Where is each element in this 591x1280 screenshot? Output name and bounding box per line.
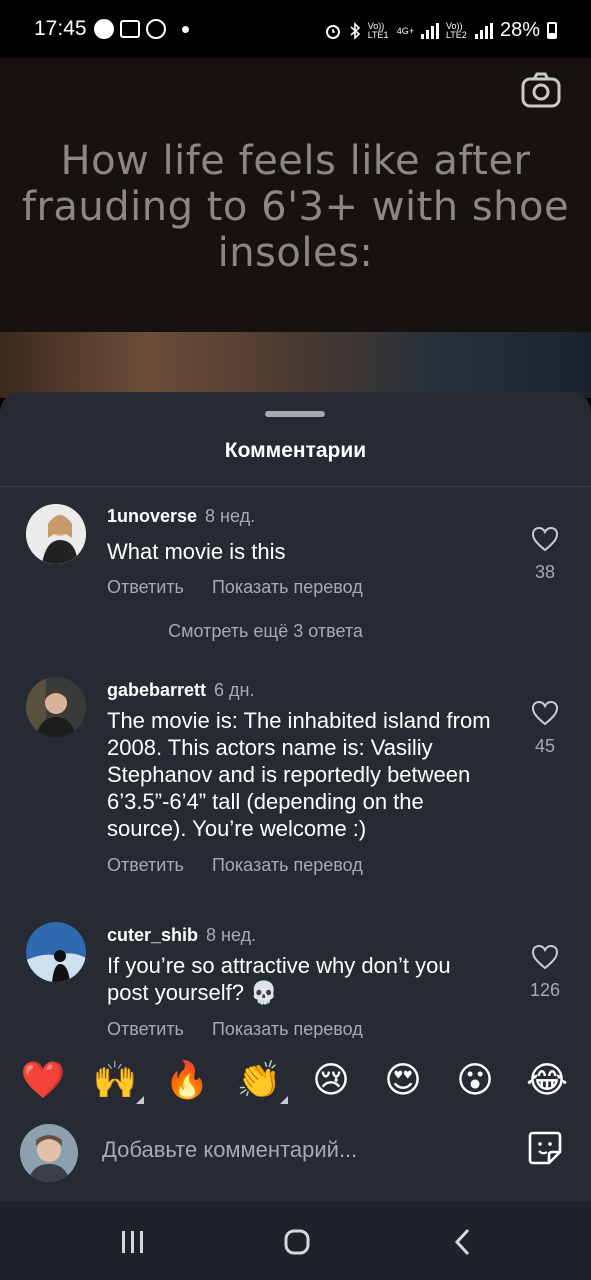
comment-composer	[0, 1116, 591, 1201]
reply-button[interactable]: Ответить	[107, 577, 184, 598]
comment-username[interactable]: gabebarrett	[107, 680, 206, 700]
alarm-icon	[325, 24, 340, 39]
translate-button[interactable]: Показать перевод	[212, 855, 363, 876]
comment-time: 8 нед.	[206, 925, 257, 945]
emoji-heart-button[interactable]: ❤️	[20, 1058, 66, 1104]
skin-tone-indicator-icon	[280, 1096, 288, 1104]
video-caption: How life feels like after frauding to 6'…	[21, 138, 570, 276]
sticker-icon[interactable]	[527, 1130, 563, 1166]
avatar	[20, 1124, 78, 1182]
heart-icon	[531, 526, 559, 552]
like-button[interactable]: 126	[523, 944, 567, 1001]
like-count: 38	[534, 562, 556, 582]
network-label-2: 4G+	[396, 25, 414, 36]
video-player[interactable]: How life feels like after frauding to 6'…	[0, 58, 591, 398]
avatar[interactable]	[26, 677, 86, 737]
reply-button[interactable]: Ответить	[107, 855, 184, 876]
view-more-replies-button[interactable]: Смотреть ещё 3 ответа	[0, 621, 531, 642]
more-notifications-icon	[182, 25, 189, 33]
like-count: 126	[529, 980, 561, 1000]
skin-tone-indicator-icon	[136, 1096, 144, 1104]
comment-header: cuter_shib 8 нед.	[107, 925, 256, 946]
comments-sheet: Комментарии 1unoverse 8 нед. What movie i…	[0, 392, 591, 1201]
heart-icon	[531, 700, 559, 726]
system-icons: Vo)) LTE1 4G+ Vo)) LTE2 28%	[324, 19, 557, 42]
sheet-title: Комментарии	[224, 439, 367, 462]
reply-button[interactable]: Ответить	[107, 1019, 184, 1038]
video-frame	[0, 332, 591, 398]
battery-icon	[547, 22, 557, 39]
whatsapp-icon	[146, 19, 166, 39]
comment-username[interactable]: cuter_shib	[107, 925, 198, 945]
comment-username[interactable]: 1unoverse	[107, 506, 197, 526]
emoji-clap-button[interactable]: 👏	[236, 1058, 282, 1104]
notification-icons	[94, 19, 189, 39]
home-icon[interactable]	[282, 1227, 312, 1257]
emoji-cry-button[interactable]: 😢	[308, 1058, 354, 1104]
emoji-laugh-button[interactable]: 😂	[524, 1058, 570, 1104]
back-icon[interactable]	[448, 1227, 478, 1257]
like-button[interactable]: 38	[523, 526, 567, 583]
network-label-3: Vo)) LTE2	[445, 20, 467, 40]
translate-button[interactable]: Показать перевод	[212, 1019, 363, 1038]
emoji-fire-button[interactable]: 🔥	[164, 1058, 210, 1104]
signal-icon	[420, 22, 439, 39]
camera-icon[interactable]	[521, 72, 561, 108]
avatar[interactable]	[26, 504, 86, 564]
comment-header: 1unoverse 8 нед.	[107, 506, 255, 527]
translate-button[interactable]: Показать перевод	[212, 577, 363, 598]
comment-time: 6 дн.	[214, 680, 255, 700]
comment-time: 8 нед.	[205, 506, 256, 526]
status-time: 17:45	[34, 17, 87, 40]
recents-icon[interactable]	[118, 1227, 148, 1257]
like-count: 45	[534, 736, 556, 756]
comment-text: What movie is this	[107, 539, 286, 564]
like-button[interactable]: 45	[523, 700, 567, 757]
bluetooth-icon	[350, 21, 360, 40]
signal-icon-2	[474, 22, 493, 39]
comment-actions: Ответить Показать перевод	[107, 1019, 363, 1038]
gallery-icon	[120, 20, 140, 38]
emoji-heart-eyes-button[interactable]: 😍	[380, 1058, 426, 1104]
avatar[interactable]	[26, 922, 86, 982]
status-bar: 17:45 Vo)) LTE1 4G+ Vo)) LTE2 28%	[0, 0, 591, 58]
comment-text: The movie is: The inhabited island from …	[107, 708, 491, 841]
comments-list[interactable]: 1unoverse 8 нед. What movie is this Ответ…	[0, 487, 591, 1038]
comment-text: If you’re so attractive why don’t you po…	[107, 953, 451, 1005]
battery-percent: 28%	[499, 19, 540, 41]
comment-header: gabebarrett 6 дн.	[107, 680, 255, 701]
notification-dot-icon	[94, 19, 114, 39]
comment-actions: Ответить Показать перевод	[107, 855, 363, 876]
drag-handle[interactable]	[265, 411, 325, 417]
emoji-raised-hands-button[interactable]: 🙌	[92, 1058, 138, 1104]
emoji-reaction-bar: ❤️ 🙌 🔥 👏 😢 😍 😮 😂	[0, 1046, 591, 1116]
network-label-1: Vo)) LTE1	[367, 20, 389, 40]
system-navigation-bar	[0, 1201, 591, 1280]
comment-actions: Ответить Показать перевод	[107, 577, 363, 598]
emoji-surprised-button[interactable]: 😮	[452, 1058, 498, 1104]
heart-icon	[531, 944, 559, 970]
comment-input[interactable]	[102, 1137, 502, 1163]
